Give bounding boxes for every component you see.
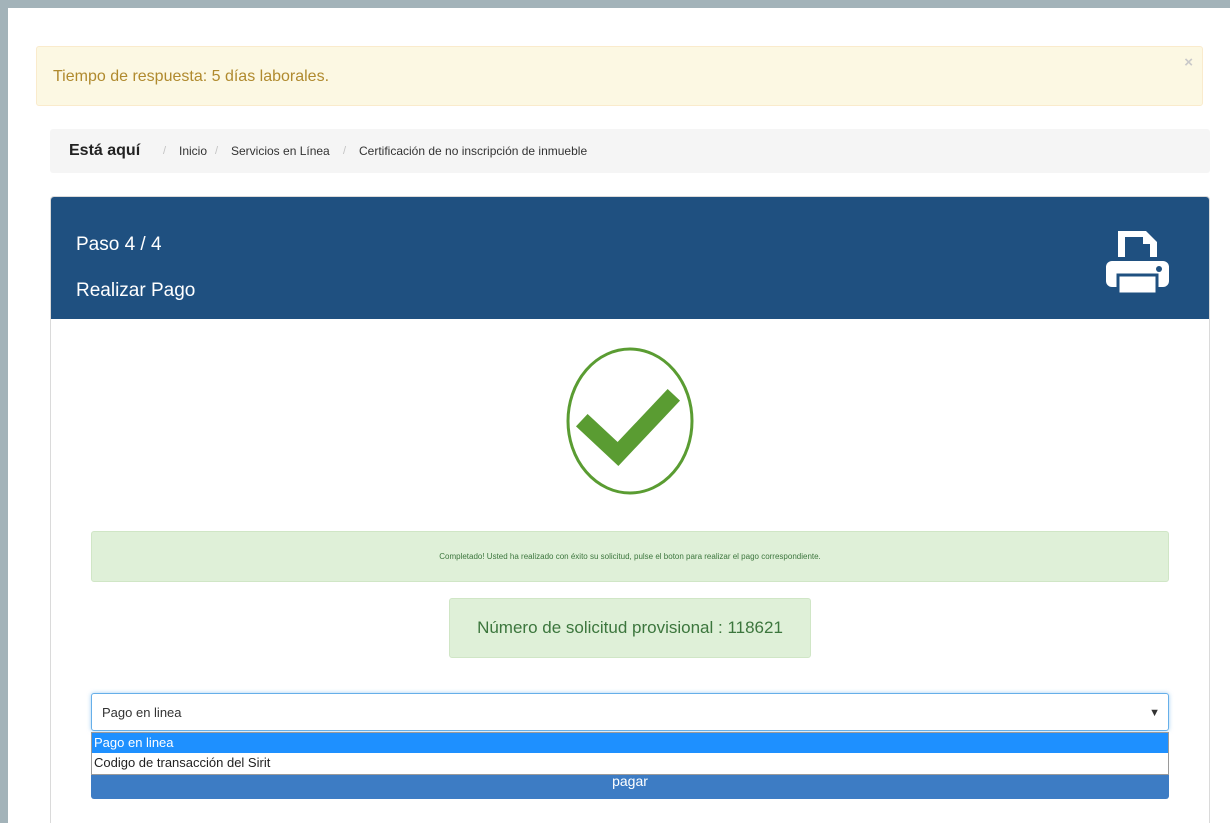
close-icon[interactable]: × [1184,54,1193,71]
request-number-badge: Número de solicitud provisional : 118621 [449,598,811,658]
payment-panel: Paso 4 / 4 Realizar Pago Completado! Ust… [50,196,1210,823]
chevron-down-icon: ▼ [1149,707,1160,719]
payment-method-select[interactable]: Pago en linea ▼ [91,693,1169,731]
success-message: Completado! Usted ha realizado con éxito… [91,531,1169,582]
printer-icon[interactable] [1104,227,1171,297]
alert-message: Tiempo de respuesta: 5 días laborales. [53,68,330,85]
breadcrumb-item-servicios[interactable]: Servicios en Línea [231,129,330,173]
breadcrumb-separator: / [343,145,347,157]
step-title: Realizar Pago [76,280,196,301]
step-indicator: Paso 4 / 4 [76,234,162,255]
panel-header: Paso 4 / 4 Realizar Pago [51,197,1209,319]
check-circle-icon [566,347,694,495]
breadcrumb-separator: / [215,145,219,157]
option-codigo-transaccion[interactable]: Codigo de transacción del Sirit [92,753,1168,773]
breadcrumb-separator: / [163,145,167,157]
page: Tiempo de respuesta: 5 días laborales. ×… [8,8,1230,823]
payment-method-dropdown: Pago en linea Codigo de transacción del … [91,732,1169,775]
response-time-alert: Tiempo de respuesta: 5 días laborales. × [36,46,1203,106]
breadcrumb-item-current: Certificación de no inscripción de inmue… [359,144,588,158]
breadcrumb-item-inicio[interactable]: Inicio [179,129,207,173]
payment-method-value: Pago en linea [102,705,182,720]
breadcrumb-here-label: Está aquí [69,142,141,159]
breadcrumb: Está aquí / Inicio / Servicios en Línea … [50,129,1210,173]
option-pago-en-linea[interactable]: Pago en linea [92,733,1168,753]
